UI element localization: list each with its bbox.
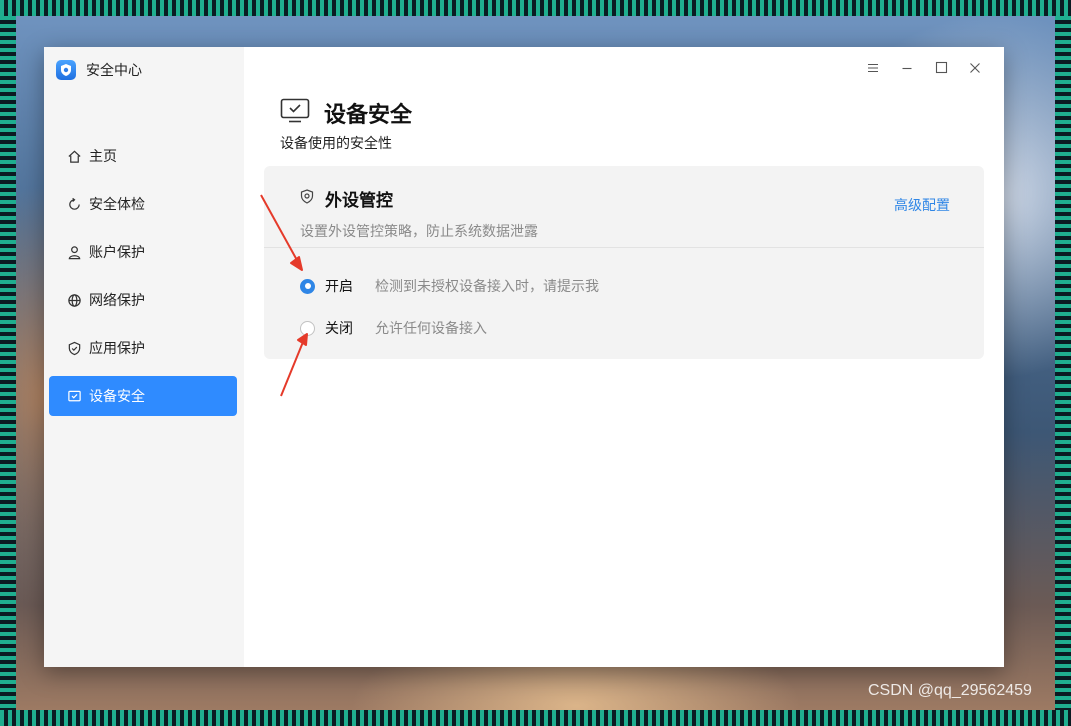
sidebar: 安全中心 主页 安全体检 账户保护 网络保护 应用保护 设备安全 <box>44 47 244 667</box>
sidebar-item-app-protection[interactable]: 应用保护 <box>49 328 237 368</box>
app-title: 安全中心 <box>86 63 142 79</box>
option-disable: 关闭 允许任何设备接入 <box>300 318 487 338</box>
main-content: 设备安全 设备使用的安全性 外设管控 设置外设管控策略，防止系统数据泄露 高级配… <box>244 47 1004 667</box>
user-icon <box>66 244 82 260</box>
page-header: 设备安全 设备使用的安全性 <box>280 97 412 153</box>
sidebar-item-device-security[interactable]: 设备安全 <box>49 376 237 416</box>
card-title: 外设管控 <box>325 191 393 211</box>
app-window: 安全中心 主页 安全体检 账户保护 网络保护 应用保护 设备安全 设备安全 设备… <box>44 47 1004 667</box>
sidebar-nav: 主页 安全体检 账户保护 网络保护 应用保护 设备安全 <box>49 136 237 424</box>
page-title: 设备安全 <box>324 103 413 128</box>
sidebar-item-label: 网络保护 <box>89 293 145 309</box>
sidebar-item-label: 应用保护 <box>89 341 145 357</box>
sidebar-item-label: 主页 <box>89 149 117 165</box>
sidebar-item-security-check[interactable]: 安全体检 <box>49 184 237 224</box>
divider <box>264 247 984 248</box>
page-subtitle: 设备使用的安全性 <box>280 136 392 152</box>
option-description: 检测到未授权设备接入时，请提示我 <box>375 279 599 295</box>
option-description: 允许任何设备接入 <box>375 321 487 337</box>
sidebar-item-label: 安全体检 <box>89 197 145 213</box>
sidebar-item-network-protection[interactable]: 网络保护 <box>49 280 237 320</box>
card-description: 设置外设管控策略，防止系统数据泄露 <box>300 224 538 240</box>
monitor-check-icon <box>66 388 82 404</box>
disable-radio[interactable] <box>300 320 315 336</box>
shield-icon <box>300 189 314 208</box>
sidebar-item-account-protection[interactable]: 账户保护 <box>49 232 237 272</box>
home-icon <box>66 148 82 164</box>
refresh-icon <box>66 196 82 212</box>
peripheral-control-card: 外设管控 设置外设管控策略，防止系统数据泄露 高级配置 开启 检测到未授权设备接… <box>264 166 984 359</box>
card-header: 外设管控 设置外设管控策略，防止系统数据泄露 <box>300 186 538 241</box>
option-label: 开启 <box>325 279 353 295</box>
option-label: 关闭 <box>325 321 353 337</box>
globe-icon <box>66 292 82 308</box>
sidebar-item-label: 账户保护 <box>89 245 145 261</box>
advanced-config-link[interactable]: 高级配置 <box>894 195 950 215</box>
sidebar-item-label: 设备安全 <box>89 389 145 405</box>
option-enable: 开启 检测到未授权设备接入时，请提示我 <box>300 276 599 296</box>
monitor-check-icon <box>280 98 310 128</box>
enable-radio[interactable] <box>300 278 315 294</box>
app-logo-icon <box>56 60 76 80</box>
watermark: CSDN @qq_29562459 <box>868 682 1032 699</box>
app-header: 安全中心 <box>56 59 142 81</box>
shield-check-icon <box>66 340 82 356</box>
sidebar-item-home[interactable]: 主页 <box>49 136 237 176</box>
